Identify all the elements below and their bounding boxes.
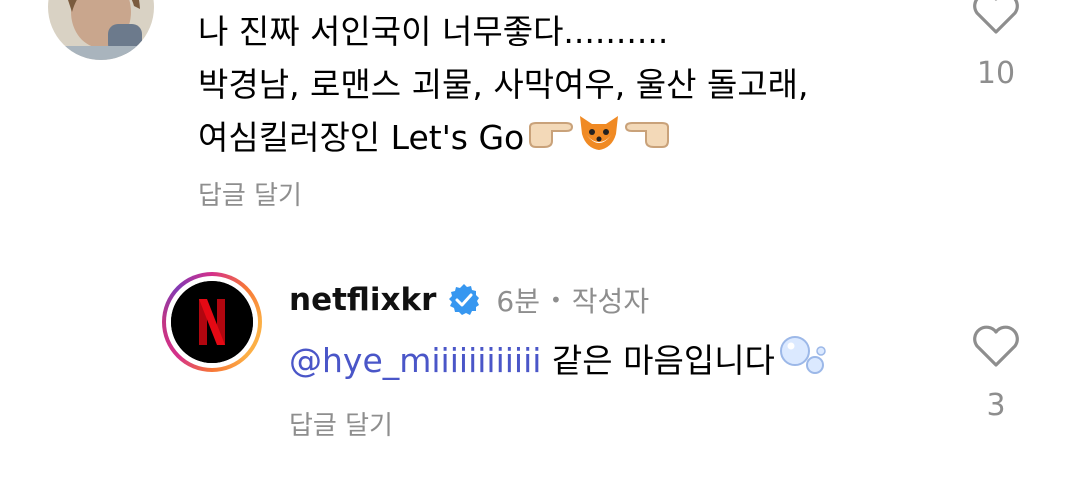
heart-icon (973, 0, 1019, 34)
reply-button[interactable]: 답글 달기 (198, 175, 302, 212)
reply-body: 같은 마음입니다 (541, 341, 775, 380)
mention-link[interactable]: @hye_miiiiiiiiiiii (289, 341, 541, 380)
reply-button[interactable]: 답글 달기 (289, 405, 393, 442)
comment-line: 나 진짜 서인국이 너무좋다.......... (198, 12, 669, 51)
comment-line: 여심킬러장인 Let's Go (198, 111, 809, 164)
reply-username[interactable]: netflixkr (289, 282, 436, 318)
like-button[interactable] (970, 0, 1022, 40)
fox-emoji (576, 112, 622, 167)
author-badge: 작성자 (571, 285, 650, 318)
point-right-emoji (526, 113, 574, 166)
commenter-avatar[interactable] (48, 0, 154, 60)
reply-avatar[interactable] (162, 272, 262, 372)
reply-timestamp: 6분 (496, 285, 540, 318)
like-count: 3 (986, 388, 1006, 423)
comment-line: 박경남, 로맨스 괴물, 사막여우, 울산 돌고래, (198, 65, 809, 104)
comment-text: 나 진짜 서인국이 너무좋다.......... 박경남, 로맨스 괴물, 사막… (198, 5, 809, 164)
netflix-logo-icon (171, 281, 253, 363)
bubbles-emoji (777, 333, 827, 392)
reply-text: @hye_miiiiiiiiiiii 같은 마음입니다 (289, 333, 827, 392)
heart-icon (973, 325, 1019, 367)
reply-meta: netflixkr 6분 • 작성자 (289, 275, 649, 325)
like-count: 10 (976, 56, 1016, 91)
like-button[interactable] (970, 323, 1022, 373)
comment-line-text: 여심킬러장인 Let's Go (198, 118, 525, 157)
meta-separator: • (550, 288, 562, 312)
verified-badge-icon (446, 282, 482, 318)
point-left-emoji (624, 113, 672, 166)
